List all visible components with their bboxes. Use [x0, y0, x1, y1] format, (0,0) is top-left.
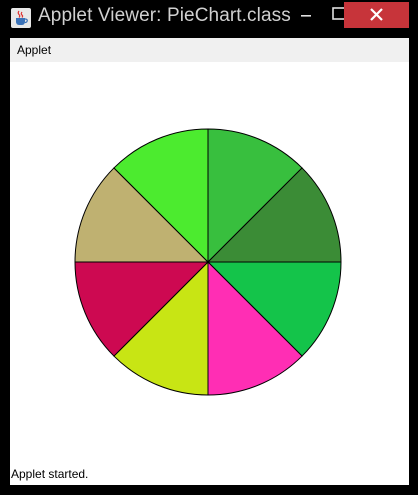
title-bar[interactable]: Applet Viewer: PieChart.class — [0, 0, 418, 35]
applet-viewer-window: Applet Viewer: PieChart.class Applet App… — [0, 0, 418, 495]
applet-canvas — [10, 62, 409, 463]
status-bar: Applet started. — [10, 463, 409, 485]
menu-bar: Applet — [10, 38, 409, 62]
pie-chart — [74, 128, 342, 396]
minimize-icon[interactable] — [286, 0, 324, 28]
java-coffee-icon — [11, 8, 31, 28]
menu-applet[interactable]: Applet — [17, 43, 51, 57]
status-text: Applet started. — [11, 467, 89, 481]
close-icon[interactable] — [344, 2, 409, 28]
window-title: Applet Viewer: PieChart.class — [38, 5, 291, 26]
